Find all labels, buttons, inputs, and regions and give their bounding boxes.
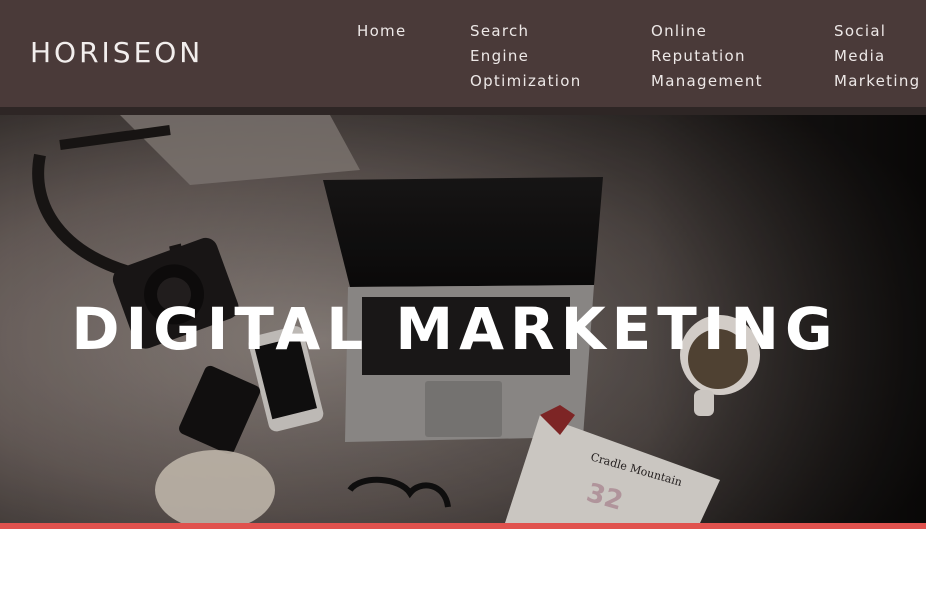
hero-banner: Cradle Mountain 32 DIGITAL MARKETING <box>0 115 926 523</box>
nav-link-home[interactable]: Home <box>357 19 407 44</box>
accent-bar <box>0 523 926 529</box>
nav-link-online-reputation-management[interactable]: Online Reputation Management <box>651 19 763 94</box>
nav-link-search-engine-optimization[interactable]: Search Engine Optimization <box>470 19 582 94</box>
hero-title: DIGITAL MARKETING <box>71 295 839 363</box>
site-logo[interactable]: HORISEON <box>30 36 203 69</box>
site-header: HORISEON Home Search Engine Optimization… <box>0 0 926 107</box>
nav-link-social-media-marketing[interactable]: Social Media Marketing <box>834 19 920 94</box>
header-divider <box>0 107 926 115</box>
